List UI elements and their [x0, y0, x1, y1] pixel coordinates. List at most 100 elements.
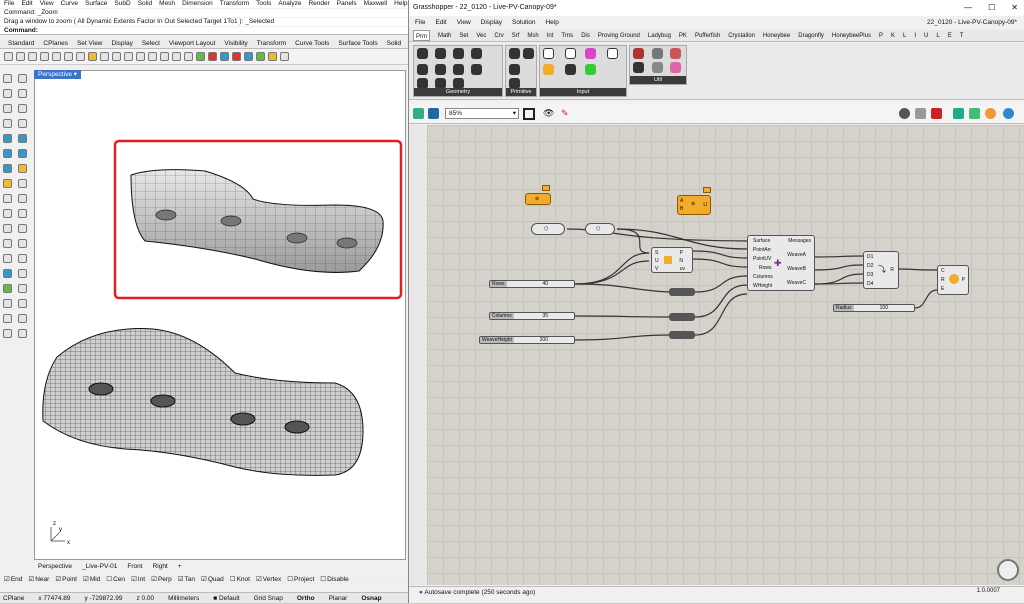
view-tab-right[interactable]: Right — [153, 562, 168, 572]
render-icon[interactable] — [232, 52, 241, 61]
paste-icon[interactable] — [76, 52, 85, 61]
menu-mesh[interactable]: Mesh — [159, 0, 175, 8]
bake-icon[interactable] — [985, 108, 996, 119]
menu-edit[interactable]: Edit — [21, 0, 32, 8]
mesh-icon[interactable] — [3, 164, 12, 173]
tab-visibility[interactable]: Visibility — [224, 40, 247, 48]
gh-menu-help[interactable]: Help — [545, 17, 558, 29]
light-tool-icon[interactable] — [3, 179, 12, 188]
view-tab-front[interactable]: Front — [127, 562, 142, 572]
open-file-icon[interactable] — [413, 108, 424, 119]
dimension-icon[interactable] — [18, 269, 27, 278]
tab-surface-tools[interactable]: Surface Tools — [338, 40, 377, 48]
tab-solid[interactable]: Solid — [387, 40, 401, 48]
flask-icon[interactable] — [670, 62, 681, 73]
pipe-node[interactable]: C R E P — [937, 265, 969, 295]
gh-tab-i[interactable]: I — [914, 30, 916, 41]
rectangle-icon[interactable] — [3, 119, 12, 128]
view-tab-perspective[interactable]: Perspective — [38, 562, 72, 572]
menu-transform[interactable]: Transform — [220, 0, 249, 8]
surface-param-icon[interactable] — [453, 64, 464, 75]
save-file-icon[interactable] — [428, 108, 439, 119]
tab-viewport-layout[interactable]: Viewport Layout — [169, 40, 216, 48]
tab-curve-tools[interactable]: Curve Tools — [295, 40, 329, 48]
light-icon[interactable] — [268, 52, 277, 61]
menu-curve[interactable]: Curve — [61, 0, 78, 8]
gh-canvas[interactable]: ⊛ A B ⊛ U ⬡ ⬡ S U V P N uv Surface Point… — [427, 125, 1024, 585]
cluster-node-1[interactable]: ⊛ — [525, 193, 551, 205]
shaded-preview-icon[interactable] — [931, 108, 942, 119]
lock-icon[interactable] — [208, 52, 217, 61]
status-osnap[interactable]: Osnap — [361, 593, 381, 603]
tab-set-view[interactable]: Set View — [77, 40, 103, 48]
curve-param-icon[interactable] — [453, 48, 464, 59]
menu-analyze[interactable]: Analyze — [278, 0, 301, 8]
number-param-icon[interactable] — [509, 64, 520, 75]
plane-param-icon[interactable] — [471, 64, 482, 75]
cut-icon[interactable] — [52, 52, 61, 61]
gh-tab-prm[interactable]: Prm — [413, 30, 430, 41]
osnap-mid[interactable]: Mid — [83, 575, 100, 585]
evaluate-surface-node[interactable]: S U V P N uv — [651, 247, 693, 273]
sketch-icon[interactable] — [523, 108, 535, 120]
toggle-icon[interactable] — [565, 48, 576, 59]
viewport-title-perspective[interactable]: Perspective ▾ — [34, 70, 82, 79]
arrow-right-icon[interactable] — [652, 48, 663, 59]
circle-icon[interactable] — [3, 104, 12, 113]
gh-tab-vec[interactable]: Vec — [476, 30, 486, 41]
analyze-icon[interactable] — [3, 284, 12, 293]
zoom-extents-icon[interactable] — [148, 52, 157, 61]
menu-tools[interactable]: Tools — [256, 0, 271, 8]
osnap-vertex[interactable]: Vertex — [256, 575, 281, 585]
rotate-icon[interactable] — [3, 239, 12, 248]
osnap-near[interactable]: Near — [28, 575, 49, 585]
gh-tab-dis[interactable]: Dis — [581, 30, 590, 41]
gh-tab-l[interactable]: L — [903, 30, 906, 41]
relay-node-3[interactable] — [669, 331, 695, 339]
osnap-cen[interactable]: Cen — [106, 575, 125, 585]
menu-help[interactable]: Help — [394, 0, 407, 8]
hide-icon[interactable] — [18, 284, 27, 293]
arrow-out-icon[interactable] — [652, 62, 663, 73]
zoom-icon[interactable] — [124, 52, 133, 61]
surface-param-node[interactable]: ⬡ — [531, 223, 565, 235]
menu-subd[interactable]: SubD — [114, 0, 130, 8]
menu-view[interactable]: View — [40, 0, 54, 8]
layout-icon[interactable] — [18, 314, 27, 323]
brep-param-icon[interactable] — [471, 48, 482, 59]
osnap-knot[interactable]: Knot — [230, 575, 250, 585]
button-icon[interactable] — [565, 64, 576, 75]
slider-weave-height[interactable]: WeaveHeight 200 — [479, 336, 575, 344]
status-planar[interactable]: Planar — [329, 593, 348, 603]
boolean-param-icon[interactable] — [509, 48, 520, 59]
gh-menu-view[interactable]: View — [457, 17, 471, 29]
panel-icon[interactable] — [543, 48, 554, 59]
relay-node-1[interactable] — [669, 288, 695, 296]
gh-tab-crv[interactable]: Crv — [494, 30, 503, 41]
gradient-icon[interactable] — [585, 48, 596, 59]
gh-menu-display[interactable]: Display — [481, 17, 502, 29]
globe-icon[interactable] — [1003, 108, 1014, 119]
tab-transform[interactable]: Transform — [257, 40, 286, 48]
gh-tab-dragonfly[interactable]: Dragonfly — [798, 30, 824, 41]
split-icon[interactable] — [18, 194, 27, 203]
box-icon[interactable] — [3, 149, 12, 158]
preview-mode-icon[interactable] — [899, 108, 910, 119]
value-list-icon[interactable] — [607, 48, 618, 59]
perspective-viewport[interactable]: x y z — [34, 70, 406, 560]
mesh-quality-icon[interactable] — [953, 108, 964, 119]
gh-menu-solution[interactable]: Solution — [512, 17, 536, 29]
gh-tab-pk[interactable]: PK — [679, 30, 687, 41]
gh-tab-msh[interactable]: Msh — [527, 30, 538, 41]
gh-tab-trns[interactable]: Trns — [561, 30, 573, 41]
text-icon[interactable] — [3, 269, 12, 278]
layer-icon[interactable] — [196, 52, 205, 61]
osnap-int[interactable]: Int — [131, 575, 145, 585]
osnap-tan[interactable]: Tan — [178, 575, 195, 585]
four-views-icon[interactable] — [172, 52, 181, 61]
status-layer[interactable]: ■ Default — [213, 593, 239, 603]
subd-icon[interactable] — [18, 164, 27, 173]
canvas-navigator-widget[interactable] — [997, 559, 1019, 581]
trim-icon[interactable] — [3, 194, 12, 203]
gh-tab-srf[interactable]: Srf — [512, 30, 520, 41]
